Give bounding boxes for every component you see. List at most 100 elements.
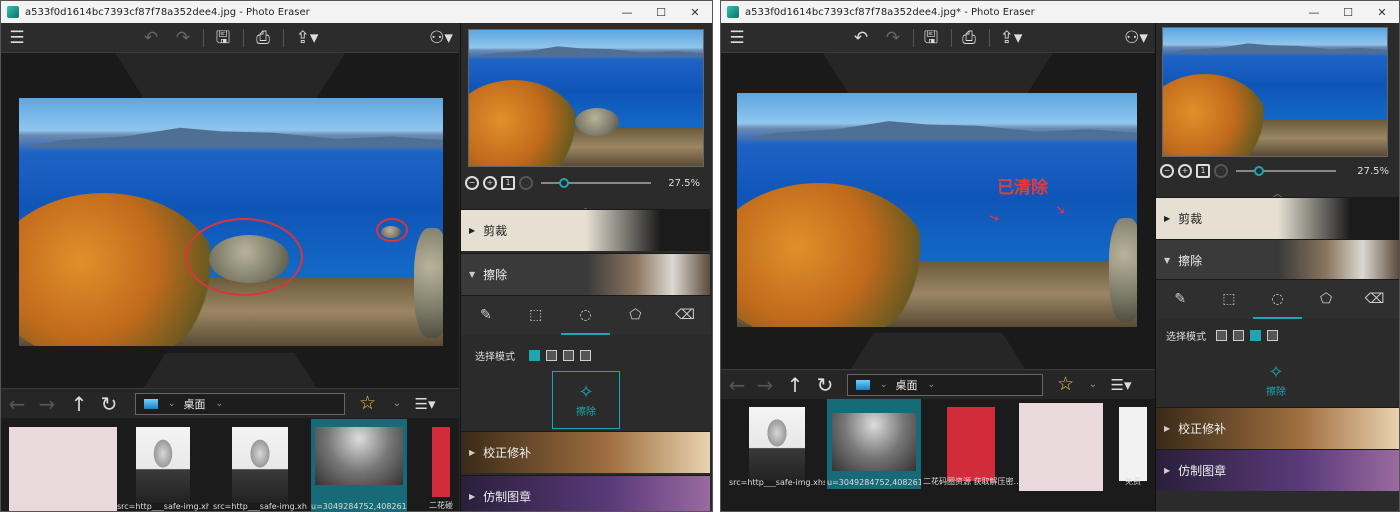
section-crop[interactable]: ▶ 剪裁 bbox=[461, 209, 710, 251]
maximize-button[interactable]: ☐ bbox=[1331, 6, 1365, 19]
title-bar[interactable]: a533f0d1614bc7393cf87f78a352dee4.jpg* - … bbox=[721, 1, 1399, 23]
zoom-out-icon[interactable]: − bbox=[465, 176, 479, 190]
mode-intersect-icon[interactable] bbox=[580, 349, 591, 361]
close-button[interactable]: ✕ bbox=[678, 6, 712, 19]
thumbnail[interactable]: src=http___safe-img.xhsc... bbox=[117, 419, 209, 511]
main-photo[interactable] bbox=[19, 98, 443, 346]
list-view-icon[interactable]: ☰▾ bbox=[1109, 373, 1133, 397]
forward-icon[interactable]: → bbox=[35, 392, 59, 416]
print-icon[interactable]: ⎙ bbox=[251, 27, 275, 49]
zoom-in-icon[interactable]: + bbox=[483, 176, 497, 190]
back-icon[interactable]: ← bbox=[725, 373, 749, 397]
zoom-in-icon[interactable]: + bbox=[1178, 164, 1192, 178]
up-icon[interactable]: ↑ bbox=[67, 392, 91, 416]
section-retouch[interactable]: ▶ 校正修补 bbox=[461, 431, 710, 473]
star-icon[interactable]: ☆ bbox=[359, 392, 376, 414]
path-selector[interactable]: ⌄ 桌面 ⌄ bbox=[135, 393, 345, 415]
fit-icon[interactable]: ◌ bbox=[1214, 164, 1228, 178]
zoom-slider-knob[interactable] bbox=[1254, 166, 1264, 176]
brush-icon[interactable]: ✎ bbox=[461, 296, 511, 335]
preview-image[interactable] bbox=[1162, 27, 1388, 157]
fit-icon[interactable]: ◌ bbox=[519, 176, 533, 190]
thumbnail[interactable] bbox=[1019, 399, 1103, 511]
mode-subtract-icon[interactable] bbox=[1250, 329, 1261, 341]
thumbnail-image bbox=[1019, 403, 1103, 491]
actual-size-icon[interactable]: 1 bbox=[501, 176, 515, 190]
star-icon[interactable]: ☆ bbox=[1057, 373, 1074, 395]
zoom-out-icon[interactable]: − bbox=[1160, 164, 1174, 178]
zoom-slider[interactable] bbox=[541, 178, 651, 188]
polygon-lasso-icon[interactable]: ⬠ bbox=[1302, 280, 1351, 319]
redo-icon[interactable]: ↷ bbox=[881, 27, 905, 49]
minimize-button[interactable]: — bbox=[1297, 6, 1331, 19]
brush-icon[interactable]: ✎ bbox=[1156, 280, 1205, 319]
eraser-icon[interactable]: ⌫ bbox=[660, 296, 710, 335]
thumbnail[interactable]: 二花碰 bbox=[423, 419, 459, 511]
user-icon[interactable]: ⚇▾ bbox=[1121, 27, 1151, 49]
thumbnail-selected[interactable]: u=3049284752,40826126... bbox=[311, 419, 407, 511]
save-icon[interactable]: 🖫 bbox=[211, 27, 235, 49]
lasso-icon[interactable]: ◌ bbox=[560, 296, 611, 335]
close-button[interactable]: ✕ bbox=[1365, 6, 1399, 19]
zoom-slider-knob[interactable] bbox=[559, 178, 569, 188]
actual-size-icon[interactable]: 1 bbox=[1196, 164, 1210, 178]
share-icon[interactable]: ⇪▾ bbox=[995, 27, 1027, 49]
mode-new-icon[interactable] bbox=[529, 349, 540, 361]
thumbnail-selected[interactable]: u=3049284752,40826126... bbox=[827, 399, 921, 489]
thumbnail[interactable]: 二花码圈资源 获取解压密... bbox=[923, 399, 1019, 511]
image-canvas[interactable] bbox=[1, 53, 459, 388]
refresh-icon[interactable]: ↻ bbox=[97, 392, 121, 416]
maximize-button[interactable]: ☐ bbox=[644, 6, 678, 19]
section-erase[interactable]: ▼ 擦除 bbox=[461, 253, 710, 295]
thumbnail[interactable]: 免费 bbox=[1113, 399, 1153, 511]
section-retouch-label: 校正修补 bbox=[483, 446, 532, 460]
mode-add-icon[interactable] bbox=[546, 349, 557, 361]
menu-icon[interactable]: ☰ bbox=[725, 27, 749, 49]
thumbnail[interactable] bbox=[9, 419, 117, 511]
rect-select-icon[interactable]: ⬚ bbox=[511, 296, 561, 335]
erase-button[interactable]: ✧ 擦除 bbox=[1244, 357, 1308, 407]
tools-panel: − + 1 ◌ 27.5% ︿ ▶ 剪裁 ▼ 擦除 ✎ ⬚ ◌ ⬠ ⌫ bbox=[460, 23, 710, 511]
preview-image[interactable] bbox=[468, 29, 704, 167]
polygon-lasso-icon[interactable]: ⬠ bbox=[610, 296, 660, 335]
chevron-down-icon[interactable]: ⌄ bbox=[385, 392, 409, 416]
refresh-icon[interactable]: ↻ bbox=[813, 373, 837, 397]
forward-icon[interactable]: → bbox=[753, 373, 777, 397]
thumbnail[interactable]: src=http___safe-img.xhsc... bbox=[213, 419, 307, 511]
path-selector[interactable]: ⌄ 桌面 ⌄ bbox=[847, 374, 1043, 396]
print-icon[interactable]: ⎙ bbox=[957, 27, 981, 49]
chevron-down-icon[interactable]: ⌄ bbox=[1081, 373, 1105, 397]
list-view-icon[interactable]: ☰▾ bbox=[413, 392, 437, 416]
window-title: a533f0d1614bc7393cf87f78a352dee4.jpg - P… bbox=[25, 6, 310, 18]
section-retouch[interactable]: ▶ 校正修补 bbox=[1156, 407, 1399, 449]
undo-icon[interactable]: ↶ bbox=[849, 27, 873, 49]
erase-button[interactable]: ✧ 擦除 bbox=[552, 371, 620, 429]
section-crop-label: 剪裁 bbox=[1178, 212, 1203, 226]
section-crop[interactable]: ▶ 剪裁 bbox=[1156, 197, 1399, 239]
undo-icon[interactable]: ↶ bbox=[139, 27, 163, 49]
section-stamp[interactable]: ▶ 仿制图章 bbox=[1156, 449, 1399, 491]
menu-icon[interactable]: ☰ bbox=[5, 27, 29, 49]
mode-subtract-icon[interactable] bbox=[563, 349, 574, 361]
main-photo[interactable]: 已清除 ➘ ➘ bbox=[737, 93, 1137, 327]
eraser-icon[interactable]: ⌫ bbox=[1350, 280, 1399, 319]
section-stamp[interactable]: ▶ 仿制图章 bbox=[461, 475, 710, 511]
mode-new-icon[interactable] bbox=[1216, 329, 1227, 341]
mode-intersect-icon[interactable] bbox=[1267, 329, 1278, 341]
minimize-button[interactable]: — bbox=[610, 6, 644, 19]
section-erase[interactable]: ▼ 擦除 bbox=[1156, 239, 1399, 281]
redo-icon[interactable]: ↷ bbox=[171, 27, 195, 49]
rect-select-icon[interactable]: ⬚ bbox=[1205, 280, 1254, 319]
up-icon[interactable]: ↑ bbox=[783, 373, 807, 397]
save-icon[interactable]: 🖫 bbox=[919, 27, 943, 49]
caret-right-icon: ▶ bbox=[1164, 424, 1171, 433]
image-canvas[interactable]: 已清除 ➘ ➘ bbox=[721, 53, 1155, 369]
zoom-slider[interactable] bbox=[1236, 166, 1336, 176]
title-bar[interactable]: a533f0d1614bc7393cf87f78a352dee4.jpg - P… bbox=[1, 1, 712, 23]
lasso-icon[interactable]: ◌ bbox=[1253, 280, 1302, 319]
thumbnail[interactable]: src=http___safe-img.xhsc... bbox=[729, 399, 825, 511]
back-icon[interactable]: ← bbox=[5, 392, 29, 416]
user-icon[interactable]: ⚇▾ bbox=[426, 27, 456, 49]
share-icon[interactable]: ⇪▾ bbox=[291, 27, 323, 49]
mode-add-icon[interactable] bbox=[1233, 329, 1244, 341]
